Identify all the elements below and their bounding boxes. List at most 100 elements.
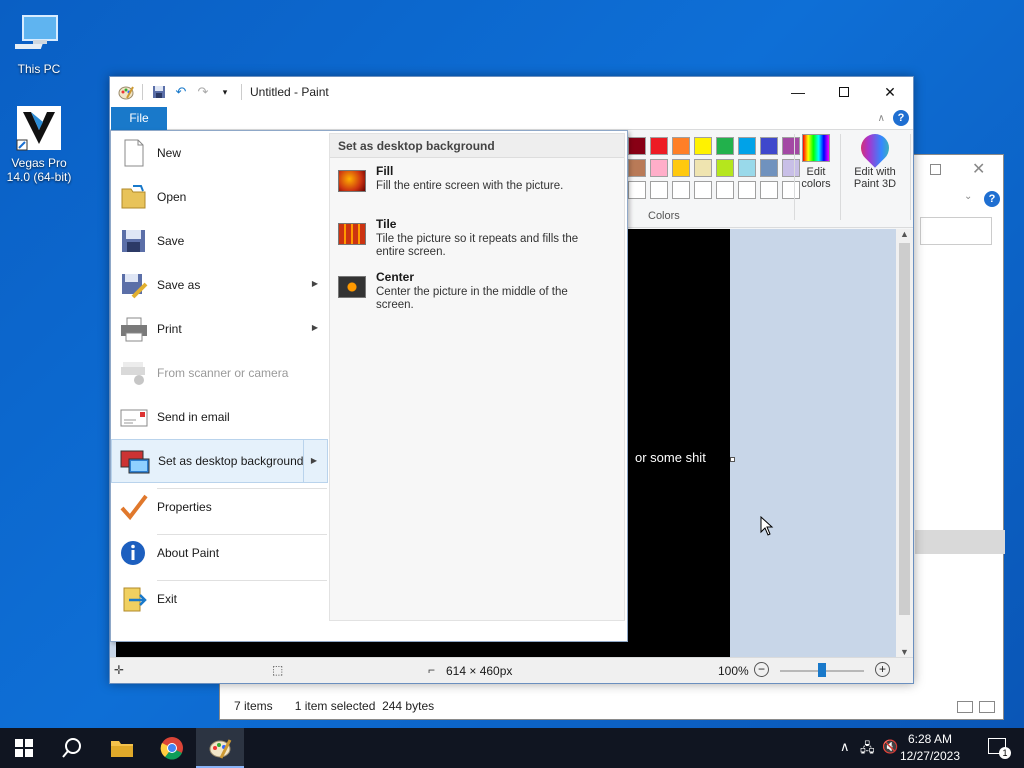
minimize-button[interactable]: — xyxy=(775,77,821,107)
checkmark-icon xyxy=(119,493,149,521)
file-explorer-icon[interactable] xyxy=(110,736,134,760)
menu-item-open[interactable]: Open xyxy=(111,175,328,219)
ribbon-divider xyxy=(910,134,911,220)
submenu-option-center[interactable]: Center Center the picture in the middle … xyxy=(330,264,624,317)
color-swatch[interactable] xyxy=(672,137,690,155)
menu-item-new[interactable]: New xyxy=(111,131,328,175)
zoom-slider-thumb[interactable] xyxy=(818,663,826,677)
submenu-arrow-icon: ▶ xyxy=(311,323,318,332)
color-swatch[interactable] xyxy=(628,181,646,199)
redo-icon[interactable]: ↷ xyxy=(195,84,211,100)
color-swatch[interactable] xyxy=(760,137,778,155)
menu-item-set-desktop-background[interactable]: Set as desktop background ▶ xyxy=(111,439,328,483)
color-swatch[interactable] xyxy=(760,181,778,199)
save-as-icon xyxy=(119,271,149,299)
color-swatch[interactable] xyxy=(760,159,778,177)
menu-item-label: From scanner or camera xyxy=(157,366,289,380)
large-icons-view-button[interactable] xyxy=(979,701,995,713)
edit-with-paint3d-button[interactable]: Edit with Paint 3D xyxy=(847,128,903,190)
color-swatch[interactable] xyxy=(738,181,756,199)
desktop-icon-label: This PC xyxy=(17,62,61,76)
color-swatch[interactable] xyxy=(738,137,756,155)
desktop-icon-this-pc[interactable]: This PC xyxy=(1,10,77,76)
menu-item-exit[interactable]: Exit xyxy=(111,577,328,621)
menu-item-save-as[interactable]: Save as ▶ xyxy=(111,263,328,307)
canvas-text: or some shit xyxy=(635,450,706,465)
color-swatch[interactable] xyxy=(650,181,668,199)
color-swatch[interactable] xyxy=(694,181,712,199)
clock[interactable]: 6:28 AM 12/27/2023 xyxy=(900,731,960,765)
menu-item-label: Exit xyxy=(157,592,178,606)
chevron-down-icon[interactable]: ⌄ xyxy=(964,191,972,202)
paint3d-label: Edit with Paint 3D xyxy=(853,166,897,190)
zoom-in-button[interactable]: + xyxy=(875,662,890,677)
search-icon[interactable] xyxy=(60,736,84,760)
vertical-scrollbar[interactable]: ▲ ▼ xyxy=(896,229,913,657)
close-button[interactable]: ✕ xyxy=(972,159,985,179)
save-icon[interactable] xyxy=(151,84,167,100)
chevron-up-icon[interactable]: ∧ xyxy=(840,739,850,755)
search-input[interactable] xyxy=(920,217,992,245)
volume-muted-icon[interactable]: 🔇 xyxy=(882,739,898,755)
scrollbar-thumb[interactable] xyxy=(899,243,910,615)
menu-item-label: Properties xyxy=(157,500,212,514)
paint-taskbar-button[interactable] xyxy=(196,728,244,768)
tab-file[interactable]: File xyxy=(111,107,167,130)
menu-item-save[interactable]: Save xyxy=(111,219,328,263)
color-swatch[interactable] xyxy=(672,181,690,199)
close-button[interactable]: ✕ xyxy=(867,77,913,107)
color-swatch[interactable] xyxy=(694,137,712,155)
menu-item-from-scanner[interactable]: From scanner or camera xyxy=(111,351,328,395)
color-swatch[interactable] xyxy=(650,159,668,177)
menu-item-print[interactable]: Print ▶ xyxy=(111,307,328,351)
printer-icon xyxy=(119,315,149,343)
help-icon[interactable]: ? xyxy=(984,191,1000,207)
color-swatch[interactable] xyxy=(738,159,756,177)
customize-toolbar-icon[interactable]: ▾ xyxy=(217,84,233,100)
window-title: Untitled - Paint xyxy=(250,85,329,99)
desktop-icon-vegas-pro[interactable]: Vegas Pro 14.0 (64-bit) xyxy=(1,104,77,184)
color-swatch[interactable] xyxy=(694,159,712,177)
color-swatch[interactable] xyxy=(716,137,734,155)
undo-icon[interactable]: ↶ xyxy=(173,84,189,100)
paint-titlebar: ↶ ↷ ▾ Untitled - Paint — ✕ xyxy=(110,77,913,107)
edit-colors-button[interactable]: Edit colors xyxy=(798,134,834,190)
item-count: 7 items xyxy=(234,699,273,713)
windows-start-icon[interactable] xyxy=(12,736,36,760)
exit-icon xyxy=(119,585,149,613)
color-swatch[interactable] xyxy=(650,137,668,155)
option-description: Center the picture in the middle of the … xyxy=(376,286,568,311)
color-swatch[interactable] xyxy=(672,159,690,177)
submenu-option-fill[interactable]: Fill Fill the entire screen with the pic… xyxy=(330,158,624,211)
color-swatch[interactable] xyxy=(628,137,646,155)
menu-item-label: Open xyxy=(157,190,187,204)
network-icon[interactable]: 🖧 xyxy=(860,739,875,761)
scroll-up-icon[interactable]: ▲ xyxy=(896,229,913,239)
details-view-button[interactable] xyxy=(957,701,973,713)
taskbar: ∧ 🖧 🔇 6:28 AM 12/27/2023 1 xyxy=(0,728,1024,768)
canvas-resize-handle[interactable] xyxy=(730,457,735,462)
color-swatch[interactable] xyxy=(628,159,646,177)
menu-item-label: About Paint xyxy=(157,546,220,560)
menu-item-about-paint[interactable]: About Paint xyxy=(111,531,328,575)
chrome-icon[interactable] xyxy=(160,736,184,760)
scroll-down-icon[interactable]: ▼ xyxy=(896,647,913,657)
paint-app-icon[interactable] xyxy=(118,84,134,100)
submenu-option-tile[interactable]: Tile Tile the picture so it repeats and … xyxy=(330,211,624,264)
submenu-arrow-icon: ▶ xyxy=(311,279,318,288)
maximize-button[interactable] xyxy=(821,77,867,107)
help-icon[interactable]: ? xyxy=(893,110,909,126)
zoom-out-button[interactable]: − xyxy=(754,662,769,677)
minimize-ribbon-icon[interactable]: ∧ xyxy=(878,113,885,124)
menu-item-send-email[interactable]: Send in email xyxy=(111,395,328,439)
color-swatch[interactable] xyxy=(716,181,734,199)
cursor-position-icon: ✛ xyxy=(114,663,125,677)
selected-row[interactable] xyxy=(915,530,1005,554)
color-swatch[interactable] xyxy=(716,159,734,177)
desktop-icon-label: Vegas Pro 14.0 (64-bit) xyxy=(6,156,72,184)
ribbon-divider xyxy=(840,134,841,220)
notification-center-icon[interactable]: 1 xyxy=(988,738,1011,759)
menu-item-properties[interactable]: Properties xyxy=(111,485,328,529)
vegas-pro-icon xyxy=(15,104,63,152)
maximize-button[interactable] xyxy=(930,164,941,175)
